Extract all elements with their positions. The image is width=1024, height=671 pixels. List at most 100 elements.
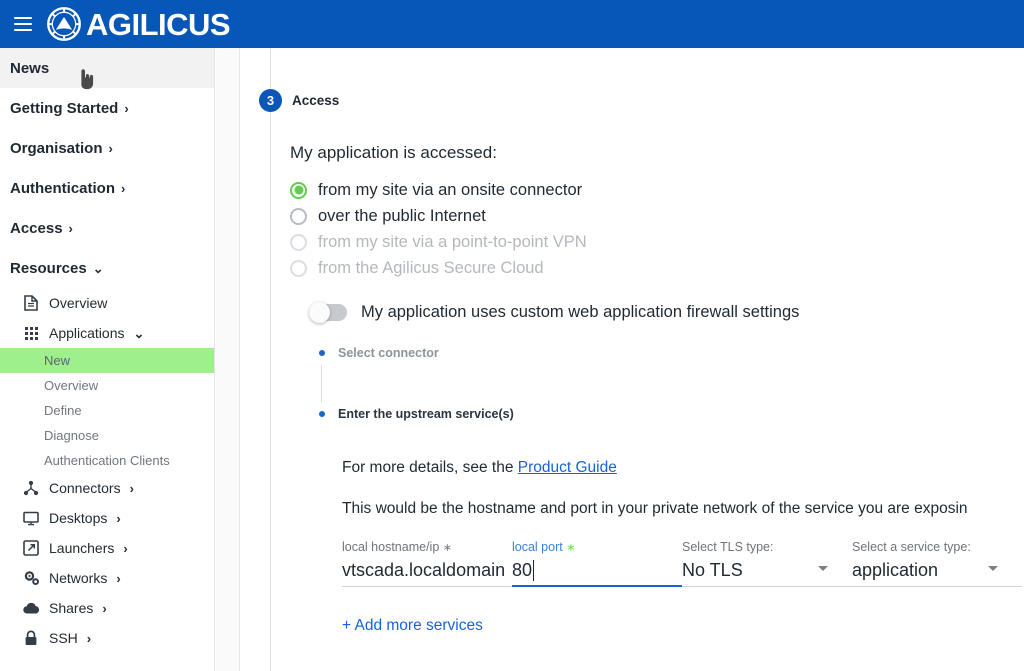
required-marker: ∗	[566, 542, 575, 554]
chevron-right-icon: ›	[109, 142, 113, 155]
sidebar-item-applications[interactable]: Applications ⌄	[0, 318, 214, 348]
details-block: For more details, see the Product Guide …	[342, 459, 1024, 518]
sidebar-gutter	[216, 48, 240, 671]
field-underline	[682, 586, 852, 587]
text-caret	[533, 560, 534, 581]
grid-icon	[22, 324, 40, 342]
radio-label: from my site via an onsite connector	[318, 181, 582, 200]
product-guide-line: For more details, see the Product Guide	[342, 459, 1024, 477]
field-local-hostname-ip: local hostname/ip ∗ vtscada.localdomain	[342, 540, 512, 587]
chevron-down-icon: ⌄	[134, 327, 145, 340]
sidebar-item-resources[interactable]: Resources ⌄	[0, 248, 214, 288]
sidebar-item-label: Organisation	[10, 140, 103, 157]
radio-icon[interactable]	[290, 182, 307, 199]
field-label: Select a service type:	[852, 540, 1022, 554]
add-more-services-button[interactable]: + Add more services	[342, 617, 483, 635]
product-guide-link[interactable]: Product Guide	[518, 459, 617, 476]
brand-name: AGILICUS	[86, 9, 230, 40]
sidebar-item-applications-define[interactable]: Define	[0, 398, 214, 423]
local-port-input[interactable]: 80	[512, 557, 682, 583]
sidebar-item-label: Connectors	[49, 480, 121, 496]
agilicus-logo-icon	[46, 6, 82, 42]
field-label: Select TLS type:	[682, 540, 852, 554]
hamburger-bar	[14, 29, 32, 31]
sidebar-item-news[interactable]: News	[0, 48, 214, 88]
document-icon	[22, 294, 40, 312]
radio-option-agilicus-secure-cloud: from the Agilicus Secure Cloud	[290, 255, 1024, 281]
waf-toggle-row[interactable]: My application uses custom web applicati…	[309, 303, 1024, 322]
monitor-icon	[22, 509, 40, 527]
substep-label: Enter the upstream service(s)	[338, 407, 514, 421]
sidebar-item-authentication[interactable]: Authentication ›	[0, 168, 214, 208]
substep-enter-upstream-services[interactable]: Enter the upstream service(s)	[319, 406, 1024, 422]
sidebar-item-ssh[interactable]: SSH ›	[0, 623, 214, 653]
sidebar-item-shares[interactable]: Shares ›	[0, 593, 214, 623]
chevron-down-icon[interactable]	[988, 566, 998, 571]
chevron-down-icon[interactable]	[818, 566, 828, 571]
sidebar-item-label: Getting Started	[10, 100, 118, 117]
substep-list: Select connector Enter the upstream serv…	[319, 345, 1024, 422]
field-tls-type[interactable]: Select TLS type: No TLS	[682, 540, 852, 587]
details-description: This would be the hostname and port in y…	[342, 500, 1024, 518]
chevron-right-icon: ›	[116, 512, 120, 525]
sidebar-item-label: Overview	[49, 295, 107, 311]
sidebar-item-label: Shares	[49, 600, 93, 616]
chevron-right-icon: ›	[69, 222, 73, 235]
substep-select-connector[interactable]: Select connector	[319, 345, 1024, 361]
access-form: My application is accessed: from my site…	[290, 143, 1024, 635]
sidebar-item-label: Desktops	[49, 510, 107, 526]
radio-icon	[290, 260, 307, 277]
step-number-badge: 3	[259, 89, 282, 112]
radio-icon	[290, 234, 307, 251]
sidebar-item-label: Resources	[10, 260, 87, 277]
substep-connector-line	[321, 365, 322, 403]
hamburger-bar	[14, 17, 32, 19]
lock-icon	[22, 629, 40, 647]
hamburger-icon[interactable]	[10, 11, 36, 37]
chevron-right-icon: ›	[102, 602, 106, 615]
radio-option-onsite-connector[interactable]: from my site via an onsite connector	[290, 177, 1024, 203]
sidebar-item-applications-diagnose[interactable]: Diagnose	[0, 423, 214, 448]
sidebar-item-label: News	[10, 60, 49, 77]
bullet-icon	[319, 411, 325, 417]
sidebar-item-networks[interactable]: Networks ›	[0, 563, 214, 593]
sidebar-item-applications-new[interactable]: New	[0, 348, 214, 373]
local-hostname-input[interactable]: vtscada.localdomain	[342, 557, 512, 583]
sidebar-item-getting-started[interactable]: Getting Started ›	[0, 88, 214, 128]
field-label-text: local port	[512, 540, 563, 554]
field-underline	[512, 585, 682, 587]
details-prefix: For more details, see the	[342, 459, 518, 476]
sidebar-item-resources-overview[interactable]: Overview	[0, 288, 214, 318]
chevron-right-icon: ›	[87, 632, 91, 645]
brand-logo[interactable]: AGILICUS	[46, 6, 230, 42]
sidebar-item-label: Authentication	[10, 180, 115, 197]
sidebar-item-organisation[interactable]: Organisation ›	[0, 128, 214, 168]
field-value: application	[852, 557, 938, 583]
chevron-right-icon: ›	[124, 102, 128, 115]
field-service-type[interactable]: Select a service type: application	[852, 540, 1022, 587]
chevron-down-icon: ⌄	[93, 262, 104, 275]
sidebar-item-authentication-clients[interactable]: Authentication Clients	[0, 448, 214, 473]
sidebar-item-desktops[interactable]: Desktops ›	[0, 503, 214, 533]
sidebar-item-label: Diagnose	[44, 428, 99, 443]
sidebar: News Getting Started › Organisation › Au…	[0, 48, 215, 671]
radio-label: from my site via a point-to-point VPN	[318, 233, 587, 252]
sidebar-item-connectors[interactable]: Connectors ›	[0, 473, 214, 503]
field-label: local hostname/ip ∗	[342, 540, 512, 554]
waf-toggle-switch[interactable]	[309, 304, 347, 321]
top-app-bar: AGILICUS	[0, 0, 1024, 48]
access-lede: My application is accessed:	[290, 143, 1024, 163]
radio-option-point-to-point-vpn: from my site via a point-to-point VPN	[290, 229, 1024, 255]
cloud-icon	[22, 599, 40, 617]
chevron-right-icon: ›	[130, 482, 134, 495]
sidebar-item-label: SSH	[49, 630, 78, 646]
sidebar-item-launchers[interactable]: Launchers ›	[0, 533, 214, 563]
radio-option-public-internet[interactable]: over the public Internet	[290, 203, 1024, 229]
step-header: 3 Access	[259, 89, 339, 112]
field-value: No TLS	[682, 557, 743, 583]
services-field-row: local hostname/ip ∗ vtscada.localdomain …	[342, 540, 1024, 587]
required-marker: ∗	[443, 542, 452, 554]
sidebar-item-applications-overview[interactable]: Overview	[0, 373, 214, 398]
sidebar-item-access[interactable]: Access ›	[0, 208, 214, 248]
radio-icon[interactable]	[290, 208, 307, 225]
